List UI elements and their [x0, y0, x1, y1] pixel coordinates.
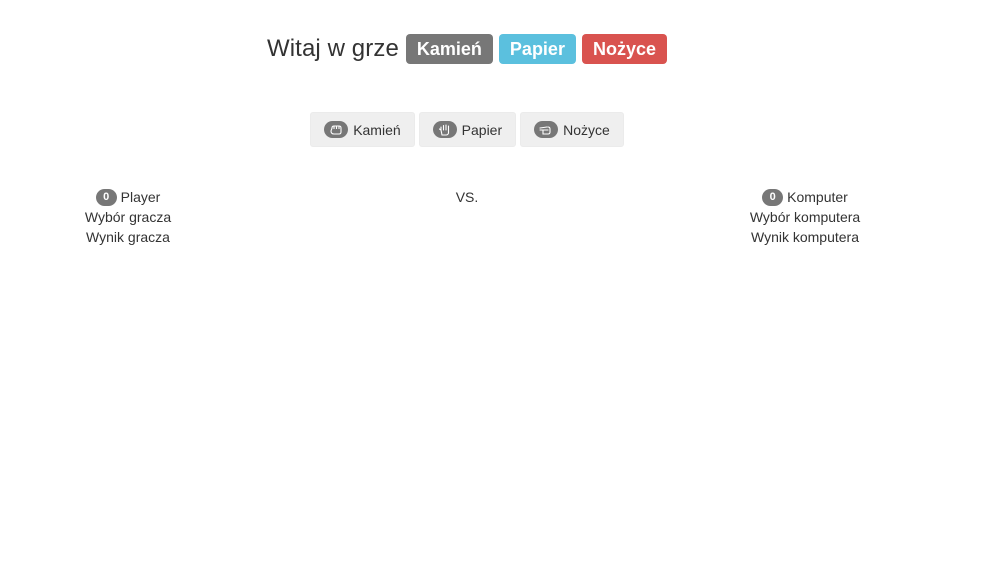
player-score-row: 0 Player: [95, 187, 161, 207]
computer-panel: 0 Komputer Wybór komputera Wynik kompute…: [705, 187, 905, 247]
computer-score-badge: 0: [762, 188, 784, 206]
papier-button[interactable]: Papier: [418, 112, 517, 147]
nozyce-button[interactable]: Nożyce: [520, 112, 624, 147]
vs-label: VS.: [455, 189, 479, 205]
computer-name: Komputer: [787, 189, 848, 205]
kamien-button[interactable]: Kamień: [310, 112, 415, 147]
player-name: Player: [120, 189, 161, 205]
hand-rock-icon: [324, 121, 349, 138]
player-panel: 0 Player Wybór gracza Wynik gracza: [28, 187, 228, 247]
page: Witaj w grze Kamień Papier Nożyce Kamień…: [0, 0, 1007, 572]
page-title: Witaj w grze: [267, 35, 399, 62]
hand-paper-icon: [432, 121, 457, 138]
nozyce-label: Nożyce: [581, 34, 667, 64]
papier-label: Papier: [498, 34, 576, 64]
computer-choice: Wybór komputera: [749, 209, 861, 225]
player-choice: Wybór gracza: [84, 209, 172, 225]
computer-result: Wynik komputera: [750, 229, 860, 245]
computer-score-row: 0 Komputer: [762, 187, 848, 207]
nozyce-button-label: Nożyce: [563, 121, 610, 138]
player-result: Wynik gracza: [86, 229, 170, 245]
kamien-button-label: Kamień: [353, 121, 401, 138]
header: Witaj w grze Kamień Papier Nożyce: [0, 34, 934, 64]
kamien-label: Kamień: [405, 34, 493, 64]
player-score-badge: 0: [95, 188, 117, 206]
hand-scissors-icon: [534, 121, 559, 138]
papier-button-label: Papier: [461, 121, 503, 138]
choice-buttons: Kamień Papier Nożyce: [0, 112, 934, 147]
